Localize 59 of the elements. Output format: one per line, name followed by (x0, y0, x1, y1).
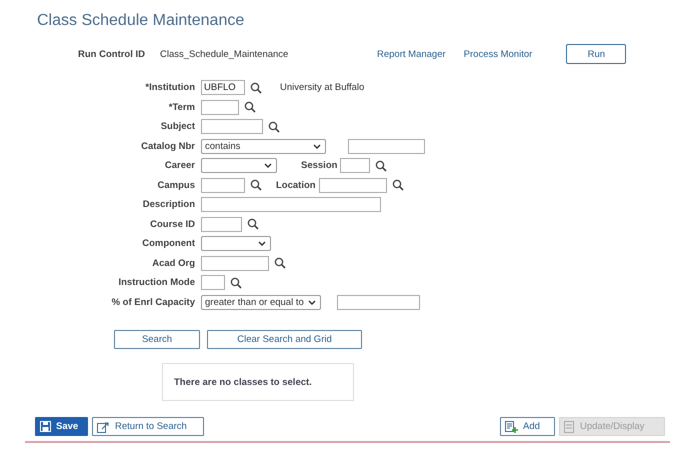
document-plus-icon (505, 420, 518, 432)
dropdown[interactable]: contains (201, 138, 326, 154)
field-label: Component (141, 238, 195, 250)
field-label: Location (276, 180, 316, 191)
input-field[interactable] (348, 138, 425, 154)
search-icon[interactable] (392, 179, 404, 192)
search-icon[interactable] (375, 160, 388, 172)
chevron-icon (308, 300, 316, 305)
field-label: Acad Org (151, 258, 195, 269)
search-icon[interactable] (274, 257, 286, 270)
input-field[interactable] (201, 256, 269, 271)
link[interactable]: Process Monitor (464, 48, 532, 60)
input-field[interactable]: UBFLO (201, 80, 245, 96)
input-field[interactable] (201, 197, 381, 212)
field-label: Description (142, 199, 195, 210)
input-field[interactable] (201, 178, 245, 193)
dropdown[interactable]: greater than or equal to (201, 294, 321, 310)
clear-button[interactable]: Clear Search and Grid (207, 330, 362, 349)
link[interactable]: Report Manager (377, 48, 446, 60)
dropdown[interactable] (201, 158, 277, 174)
search-icon[interactable] (247, 218, 259, 230)
input-field[interactable] (201, 119, 263, 134)
chevron-icon (313, 144, 321, 149)
search-button[interactable]: Search (114, 330, 200, 349)
document-icon (564, 420, 575, 432)
field-value: Class_Schedule_Maintenance (160, 48, 290, 60)
search-icon[interactable] (268, 120, 280, 133)
input-field[interactable] (340, 158, 370, 174)
field-label: Subject (160, 121, 195, 132)
field-label: Catalog Nbr (140, 140, 195, 152)
input-field[interactable] (201, 100, 239, 115)
field-label: Campus (156, 180, 195, 191)
message-text: There are no classes to select. (174, 376, 312, 388)
chevron-icon (264, 163, 272, 168)
search-icon[interactable] (250, 179, 262, 192)
field-label: Session (301, 160, 338, 172)
field-label: *Term (168, 102, 195, 113)
field-label: Run Control ID (78, 48, 146, 60)
toolbar-button[interactable]: Return to Search (92, 417, 204, 436)
field-description: University at Buffalo (280, 82, 364, 94)
search-icon[interactable] (244, 101, 256, 114)
page-title: Class Schedule Maintenance (37, 12, 244, 30)
field-label: % of Enrl Capacity (110, 296, 195, 308)
input-field[interactable] (318, 178, 387, 193)
chevron-icon (258, 241, 266, 246)
search-icon[interactable] (230, 276, 242, 289)
field-label: Career (164, 160, 195, 172)
input-field[interactable] (201, 216, 242, 232)
field-label: Instruction Mode (117, 277, 195, 288)
toolbar-button[interactable]: Save (35, 417, 88, 436)
document-arrow-icon (97, 420, 110, 432)
run-button[interactable]: Run (566, 44, 626, 64)
toolbar-button[interactable]: Add (500, 417, 555, 436)
input-field[interactable] (201, 275, 225, 290)
input-field[interactable] (337, 294, 420, 310)
field-label: Course ID (149, 218, 195, 230)
field-label: *Institution (144, 82, 195, 94)
search-icon[interactable] (250, 82, 262, 94)
dropdown[interactable] (201, 236, 271, 252)
